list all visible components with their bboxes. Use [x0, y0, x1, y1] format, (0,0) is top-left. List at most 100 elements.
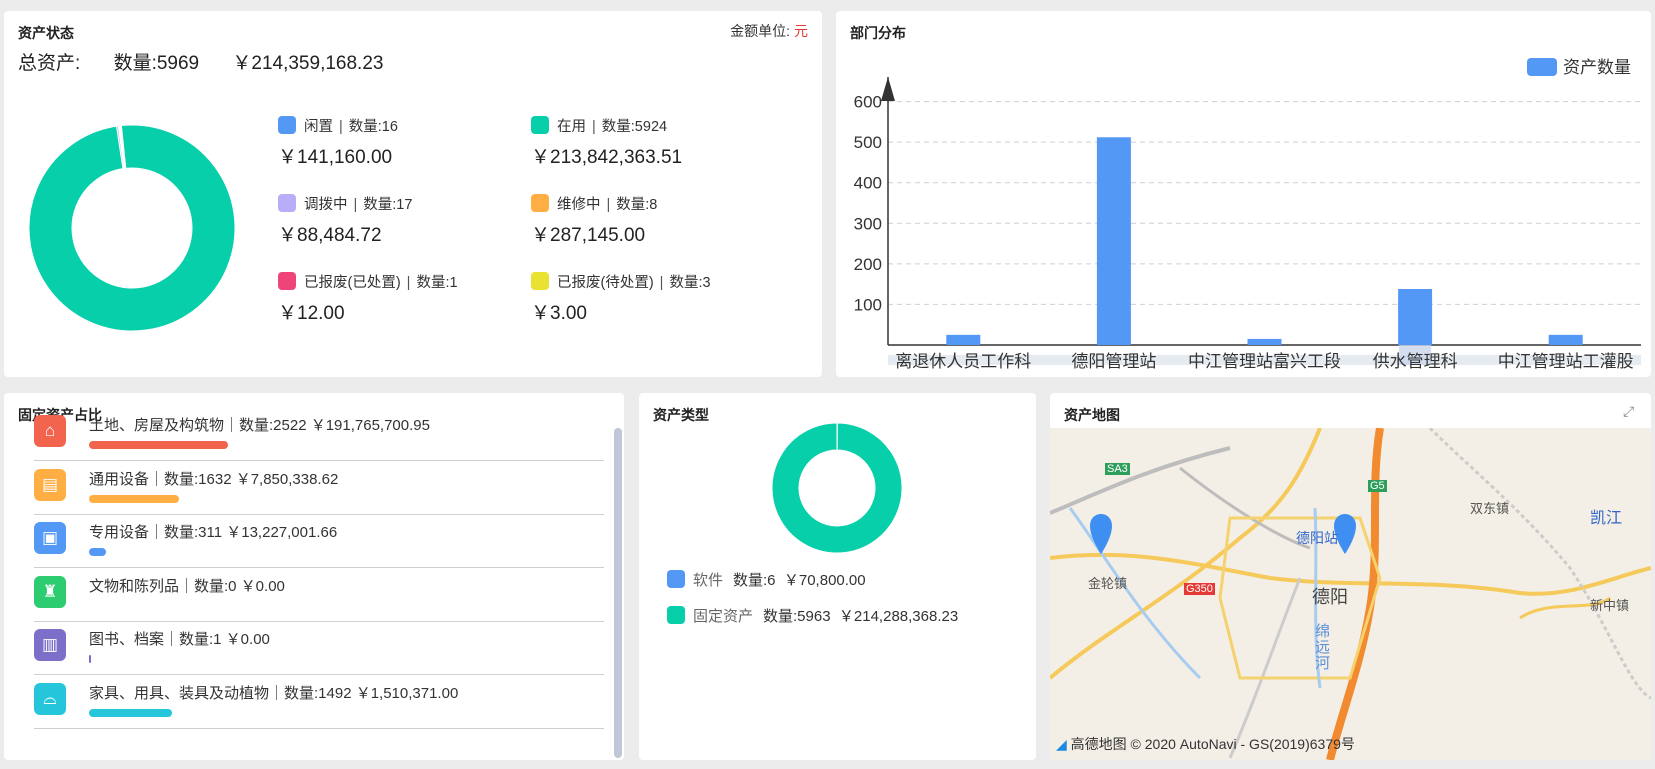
- x-tick-label: 中江管理站富兴工段: [1188, 352, 1341, 371]
- type-legend-fixed[interactable]: 固定资产 数量:5963 ￥214,288,368.23: [667, 605, 958, 626]
- fixed-asset-row[interactable]: ▣ 专用设备｜数量:311 ￥13,227,001.66: [34, 512, 604, 568]
- legend-inuse-name: 在用: [557, 119, 586, 135]
- donut-slice-1[interactable]: [771, 422, 903, 554]
- legend-inuse[interactable]: 在用 | 数量:5924 ￥213,842,363.51: [531, 115, 682, 169]
- device-icon: ▤: [34, 468, 66, 501]
- legend-scrapped-done-amount: ￥12.00: [278, 303, 345, 324]
- legend-repair-swatch: [531, 194, 549, 212]
- status-donut-chart[interactable]: [17, 113, 247, 343]
- amap-logo-icon: ◢: [1056, 736, 1067, 752]
- expand-icon[interactable]: ⤢: [1623, 403, 1639, 419]
- y-tick-label: 500: [854, 133, 882, 152]
- amount-unit-label: 金额单位:: [730, 23, 790, 39]
- legend-idle-swatch: [278, 116, 296, 134]
- donut-slice-1[interactable]: [28, 124, 236, 332]
- fixed-asset-row[interactable]: ▥ 图书、档案｜数量:1 ￥0.00: [34, 619, 604, 675]
- amount-unit-value: 元: [794, 23, 808, 39]
- y-tick-label: 300: [854, 214, 882, 233]
- type-legend-fixed-swatch: [667, 606, 685, 624]
- bar-0[interactable]: [946, 334, 981, 345]
- relic-icon: ♜: [34, 575, 66, 608]
- type-legend-software-count: 数量:6: [733, 572, 776, 589]
- legend-scrapped-done[interactable]: 已报废(已处置) | 数量:1 ￥12.00: [278, 271, 458, 325]
- type-legend-fixed-name: 固定资产: [693, 608, 754, 625]
- fixed-asset-row[interactable]: ♜ 文物和陈列品｜数量:0 ￥0.00: [34, 566, 604, 622]
- y-tick-label: 400: [854, 174, 882, 193]
- y-axis-arrow: [881, 77, 895, 101]
- y-tick-label: 100: [854, 295, 882, 314]
- legend-scrapped-pending-swatch: [531, 272, 549, 290]
- legend-scrapped-done-swatch: [278, 272, 296, 290]
- type-legend-software-name: 软件: [693, 572, 724, 589]
- map-label-station: 德阳站: [1296, 530, 1338, 546]
- type-legend-software-amount: ￥70,800.00: [783, 572, 866, 589]
- map-label-jinlun: 金轮镇: [1088, 576, 1128, 591]
- map-label-kaijiang: 凯江: [1590, 510, 1623, 527]
- asset-type-donut-chart[interactable]: [767, 418, 907, 558]
- legend-inuse-amount: ￥213,842,363.51: [531, 147, 683, 168]
- fixed-asset-ratio-panel: 固定资产占比 ⌂土地、房屋及构筑物｜数量:2522 ￥191,765,700.9…: [4, 393, 624, 760]
- map-label-g5: G5: [1368, 480, 1387, 492]
- legend-idle[interactable]: 闲置 | 数量:16 ￥141,160.00: [278, 115, 398, 169]
- legend-transfer-count: 数量:17: [363, 197, 413, 213]
- fixed-list-scrollbar[interactable]: [614, 428, 622, 758]
- legend-inuse-swatch: [531, 116, 549, 134]
- fixed-asset-row-bar: [89, 494, 180, 503]
- legend-transfer-name: 调拨中: [304, 197, 348, 213]
- amount-unit: 金额单位: 元: [730, 21, 808, 41]
- fixed-asset-row-bar: [89, 708, 172, 717]
- legend-transfer-amount: ￥88,484.72: [278, 225, 382, 246]
- bar-3[interactable]: [1398, 289, 1433, 345]
- fixed-asset-row[interactable]: ▤ 通用设备｜数量:1632 ￥7,850,338.62: [34, 459, 604, 515]
- fixed-asset-row[interactable]: ⌂ 土地、房屋及构筑物｜数量:2522 ￥191,765,700.95: [34, 405, 604, 461]
- legend-repair[interactable]: 维修中 | 数量:8 ￥287,145.00: [531, 193, 657, 247]
- total-assets: 总资产: 数量:5969 ￥214,359,168.23: [18, 48, 411, 75]
- legend-scrapped-done-name: 已报废(已处置): [304, 275, 401, 291]
- legend-repair-name: 维修中: [557, 197, 601, 213]
- fixed-asset-row-bar: [89, 655, 91, 663]
- fixed-asset-row-bar: [89, 441, 229, 449]
- map-credit-text: 高德地图 © 2020 AutoNavi - GS(2019)6379号: [1070, 736, 1355, 752]
- asset-type-title: 资产类型: [653, 407, 709, 423]
- bar-4[interactable]: [1548, 334, 1583, 345]
- legend-scrapped-pending-amount: ￥3.00: [531, 303, 587, 324]
- bar-2[interactable]: [1247, 338, 1282, 345]
- x-tick-label: 中江管理站工灌股: [1498, 352, 1634, 371]
- total-amount: ￥214,359,168.23: [232, 53, 384, 74]
- sofa-icon: ⌓: [34, 682, 66, 715]
- legend-repair-count: 数量:8: [616, 197, 658, 213]
- fixed-asset-row-text: 家具、用具、装具及动植物｜数量:1492 ￥1,510,371.00: [89, 684, 459, 702]
- house-icon: ⌂: [34, 415, 66, 447]
- legend-scrapped-pending-name: 已报废(待处置): [557, 275, 654, 291]
- type-legend-fixed-amount: ￥214,288,368.23: [838, 608, 959, 625]
- y-tick-label: 600: [854, 93, 882, 112]
- map-label-g350: G350: [1184, 583, 1215, 595]
- legend-idle-count: 数量:16: [348, 119, 398, 135]
- type-legend-software[interactable]: 软件 数量:6 ￥70,800.00: [667, 569, 866, 590]
- fixed-asset-row-text: 文物和陈列品｜数量:0 ￥0.00: [89, 577, 285, 595]
- asset-status-title: 资产状态: [18, 25, 74, 41]
- map-canvas[interactable]: 德阳站 德阳 金轮镇 双东镇 凯江 新中镇 绵远河 G350 SA3 G5 ◢ …: [1050, 428, 1651, 760]
- legend-inuse-count: 数量:5924: [601, 119, 668, 135]
- type-legend-software-swatch: [667, 570, 685, 588]
- fixed-asset-row-text: 通用设备｜数量:1632 ￥7,850,338.62: [89, 470, 339, 488]
- x-tick-label: 德阳管理站: [1071, 352, 1156, 371]
- map-label-river: 绵远河: [1315, 623, 1331, 672]
- fixed-asset-row[interactable]: ⌓ 家具、用具、装具及动植物｜数量:1492 ￥1,510,371.00: [34, 673, 604, 729]
- map-label-shuangdong: 双东镇: [1470, 501, 1510, 516]
- asset-status-panel: 资产状态 金额单位: 元 总资产: 数量:5969 ￥214,359,168.23…: [4, 11, 822, 377]
- legend-transfer[interactable]: 调拨中 | 数量:17 ￥88,484.72: [278, 193, 412, 247]
- bar-1[interactable]: [1096, 137, 1131, 345]
- map-roads: [1050, 428, 1651, 760]
- monitor-icon: ▣: [34, 522, 66, 554]
- map-label-sa3: SA3: [1105, 463, 1130, 475]
- map-label-deyang: 德阳: [1312, 587, 1348, 607]
- total-count: 数量:5969: [113, 53, 200, 74]
- x-tick-label: 离退休人员工作科: [895, 352, 1031, 371]
- legend-idle-amount: ￥141,160.00: [278, 147, 393, 168]
- fixed-asset-row-text: 土地、房屋及构筑物｜数量:2522 ￥191,765,700.95: [89, 417, 430, 434]
- department-bar-chart[interactable]: 100 200 300 400 500 600 离退休人员工作科 德阳管理站 中江管理站富兴工段…: [836, 11, 1651, 377]
- asset-type-panel: 资产类型 软件 数量:6 ￥70,800.00 固定资产 数量:5963 ￥214,…: [639, 393, 1036, 760]
- legend-scrapped-pending[interactable]: 已报废(待处置) | 数量:3 ￥3.00: [531, 271, 711, 325]
- fixed-asset-row-text: 图书、档案｜数量:1 ￥0.00: [89, 631, 270, 648]
